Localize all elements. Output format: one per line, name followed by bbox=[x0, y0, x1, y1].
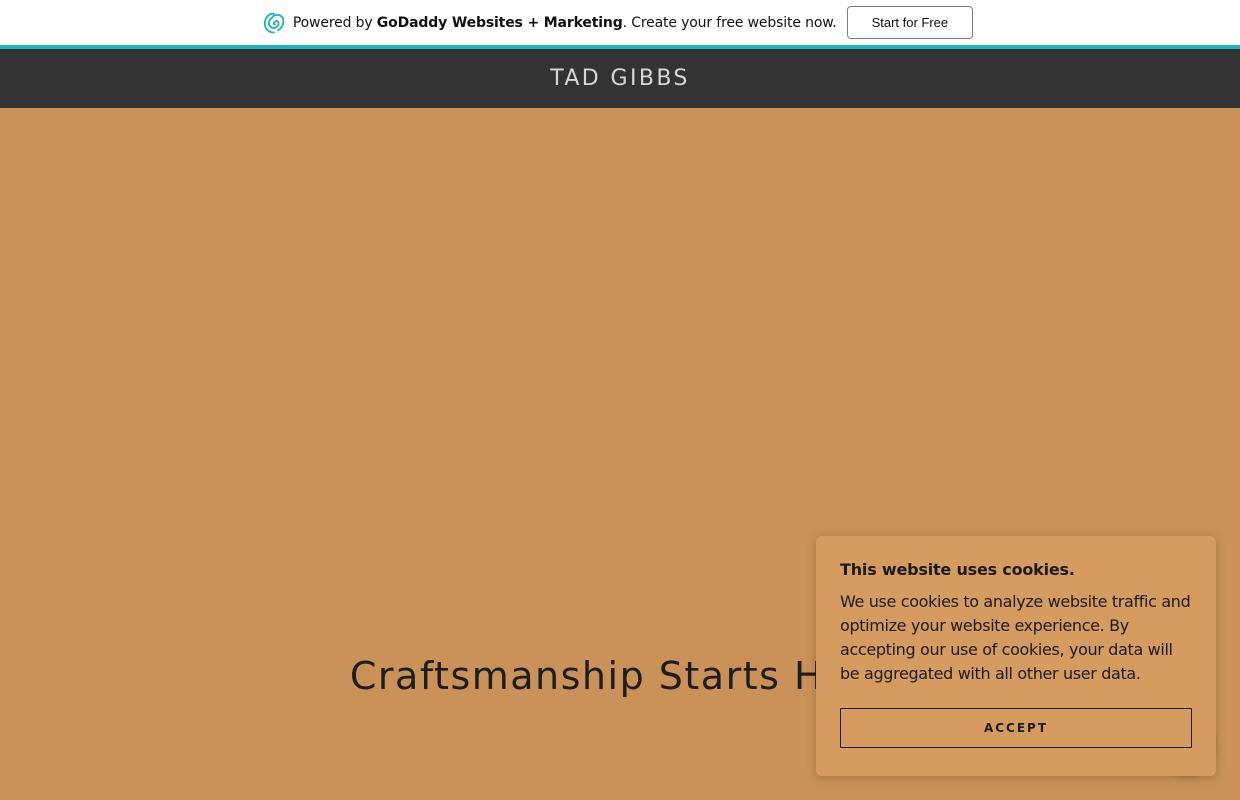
cookie-banner: This website uses cookies. We use cookie… bbox=[816, 536, 1216, 776]
godaddy-logo-icon bbox=[263, 12, 285, 34]
accept-cookies-button[interactable]: ACCEPT bbox=[840, 708, 1192, 748]
cookie-banner-title: This website uses cookies. bbox=[840, 560, 1075, 579]
promo-text: Powered by GoDaddy Websites + Marketing.… bbox=[293, 15, 837, 31]
promo-content: Powered by GoDaddy Websites + Marketing.… bbox=[263, 6, 974, 39]
site-title[interactable]: TAD GIBBS bbox=[550, 66, 690, 91]
promo-prefix: Powered by bbox=[292, 14, 377, 31]
site-header: TAD GIBBS bbox=[0, 49, 1240, 108]
start-for-free-button[interactable]: Start for Free bbox=[846, 6, 974, 39]
godaddy-promo-bar: Powered by GoDaddy Websites + Marketing.… bbox=[0, 0, 1240, 45]
cookie-banner-message: We use cookies to analyze website traffi… bbox=[840, 592, 1191, 683]
promo-brand-link[interactable]: GoDaddy Websites + Marketing bbox=[377, 15, 623, 31]
promo-suffix: . Create your free website now. bbox=[622, 14, 837, 31]
